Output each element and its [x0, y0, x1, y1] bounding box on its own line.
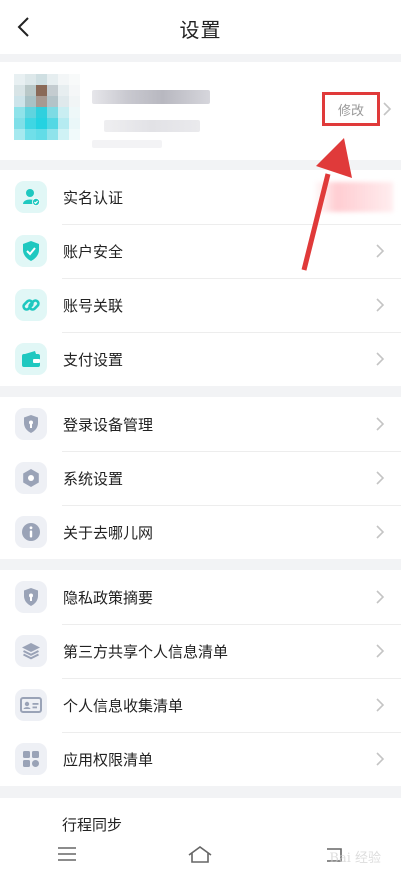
profile-card[interactable]: 修改: [0, 62, 401, 160]
gear-icon: [15, 462, 47, 494]
id-card-icon: [15, 689, 47, 721]
row-real-name-verification[interactable]: 实名认证: [0, 170, 401, 224]
row-label: 实名认证: [63, 188, 124, 207]
row-label: 登录设备管理: [63, 415, 154, 434]
row-app-permissions-list[interactable]: 应用权限清单: [0, 732, 401, 786]
page-title: 设置: [179, 18, 222, 42]
wallet-icon: [15, 343, 47, 375]
edit-profile-button[interactable]: 修改: [322, 92, 380, 126]
system-settings-group: 登录设备管理 系统设置 关于去哪儿网: [0, 397, 401, 559]
chevron-right-icon: [376, 417, 385, 431]
chevron-right-icon: [376, 752, 385, 766]
username-redacted: [92, 90, 210, 104]
avatar: [14, 74, 80, 140]
user-info-redacted: [104, 120, 200, 132]
chevron-right-icon: [376, 298, 385, 312]
shield-icon: [15, 581, 47, 613]
account-settings-group: 实名认证 账户安全 账号关联 支付设置: [0, 170, 401, 386]
row-label: 应用权限清单: [63, 750, 154, 769]
row-about[interactable]: 关于去哪儿网: [0, 505, 401, 559]
watermark: Bai 经验: [329, 851, 381, 866]
chevron-right-icon: [376, 590, 385, 604]
row-label: 账号关联: [63, 296, 124, 315]
row-label: 账户安全: [63, 242, 124, 261]
trip-sync-group: 行程同步 Bai 经验: [0, 798, 401, 874]
chevron-right-icon: [376, 525, 385, 539]
shield-check-icon: [15, 235, 47, 267]
menu-button[interactable]: [47, 839, 87, 869]
chevron-right-icon: [376, 244, 385, 258]
row-account-linking[interactable]: 账号关联: [0, 278, 401, 332]
row-third-party-sharing-list[interactable]: 第三方共享个人信息清单: [0, 624, 401, 678]
row-payment-settings[interactable]: 支付设置: [0, 332, 401, 386]
user-verified-icon: [15, 181, 47, 213]
row-label: 个人信息收集清单: [63, 696, 184, 715]
chevron-right-icon: [376, 644, 385, 658]
shield-icon: [15, 408, 47, 440]
row-account-security[interactable]: 账户安全: [0, 224, 401, 278]
chevron-right-icon: [376, 698, 385, 712]
verification-status-redacted: [313, 182, 393, 212]
row-label: 隐私政策摘要: [63, 588, 154, 607]
apps-grid-icon: [15, 743, 47, 775]
chevron-right-icon: [383, 102, 392, 116]
row-system-settings[interactable]: 系统设置: [0, 451, 401, 505]
user-info-redacted-2: [92, 140, 162, 148]
row-label: 支付设置: [63, 350, 124, 369]
top-bar: 设置: [0, 0, 401, 54]
row-trip-sync[interactable]: 行程同步: [62, 814, 122, 835]
row-personal-info-collection-list[interactable]: 个人信息收集清单: [0, 678, 401, 732]
row-label: 第三方共享个人信息清单: [63, 642, 229, 661]
chevron-right-icon: [376, 471, 385, 485]
row-login-device-management[interactable]: 登录设备管理: [0, 397, 401, 451]
row-privacy-policy-summary[interactable]: 隐私政策摘要: [0, 570, 401, 624]
home-button[interactable]: [180, 839, 220, 869]
info-icon: [15, 516, 47, 548]
layers-icon: [15, 635, 47, 667]
home-icon: [189, 846, 212, 863]
row-label: 关于去哪儿网: [63, 523, 154, 542]
row-label: 系统设置: [63, 469, 124, 488]
menu-icon: [57, 847, 76, 861]
edit-label: 修改: [337, 103, 364, 119]
link-icon: [15, 289, 47, 321]
privacy-group: 隐私政策摘要 第三方共享个人信息清单 个人信息收集清单 应用权限清单: [0, 570, 401, 786]
chevron-right-icon: [376, 352, 385, 366]
